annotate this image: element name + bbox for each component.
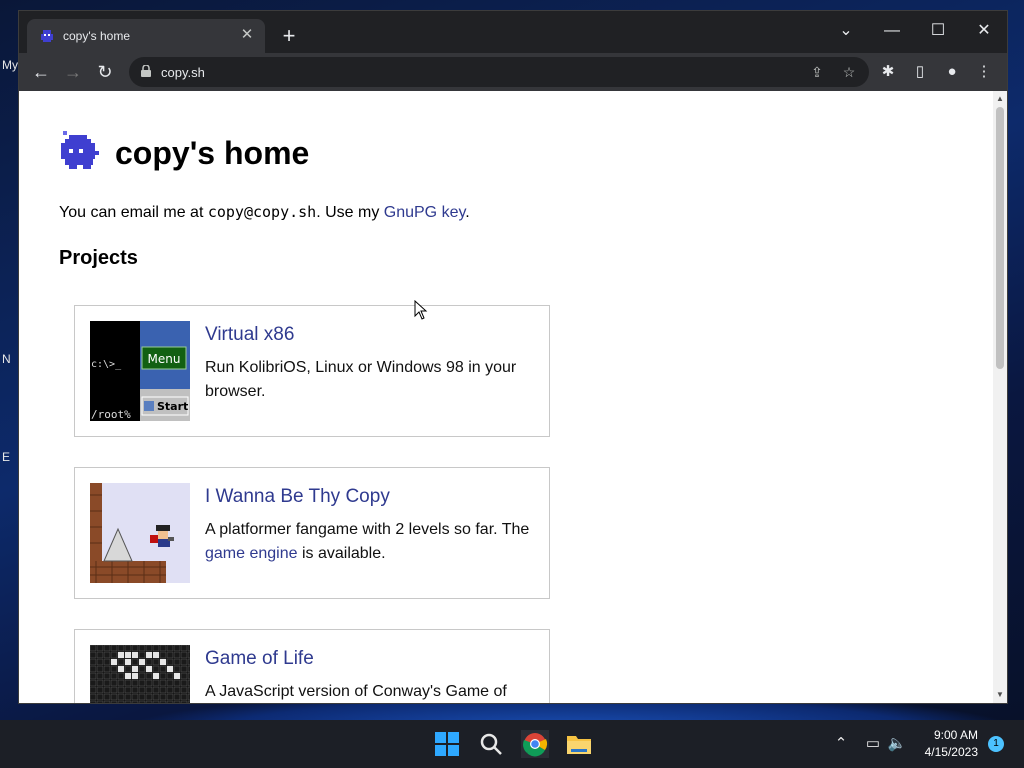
intro-mid: . Use my [316, 204, 384, 221]
lock-icon [141, 65, 151, 77]
tab-search-button[interactable]: ⌄ [823, 17, 869, 45]
intro-prefix: You can email me at [59, 204, 208, 221]
browser-toolbar: ← → ↻ copy.sh ⇪ ☆ ✱ ▯ ● ⋮ [19, 53, 1007, 91]
intro-text: You can email me at copy@copy.sh. Use my… [59, 203, 470, 222]
project-card-game-of-life: Game of Life A JavaScript version of Con… [74, 629, 550, 703]
project-desc-text: A platformer fangame with 2 levels so fa… [205, 521, 530, 538]
windows-start-icon[interactable] [433, 730, 461, 758]
scroll-up-icon[interactable]: ▲ [993, 93, 1007, 105]
project-card-virtual-x86: c:\>_ Menu /root% Start Virtual x86 Run … [74, 305, 550, 437]
close-window-button[interactable]: ✕ [961, 17, 1007, 45]
file-explorer-icon[interactable] [565, 730, 593, 758]
bookmark-star-icon[interactable]: ☆ [839, 62, 859, 82]
menu-kebab-icon[interactable]: ⋮ [973, 61, 995, 83]
page-viewport: copy's home You can email me at copy@cop… [19, 91, 993, 703]
url-text: copy.sh [161, 65, 205, 80]
site-favicon-icon [41, 30, 53, 42]
network-icon[interactable]: ▭ [862, 734, 884, 752]
project-title-link[interactable]: Game of Life [205, 648, 314, 670]
side-panel-icon[interactable]: ▯ [909, 61, 931, 83]
thumb-root-text: /root% [91, 408, 131, 421]
tab-active[interactable]: copy's home ✕ [27, 19, 265, 53]
game-engine-link[interactable]: game engine [205, 545, 298, 562]
new-tab-button[interactable]: + [277, 25, 301, 49]
taskbar: ⌃ ▭ 🔈 9:00 AM 4/15/2023 1 [0, 720, 1024, 768]
gnupg-key-link[interactable]: GnuPG key [384, 204, 466, 221]
minimize-button[interactable]: — [869, 17, 915, 45]
page-title: copy's home [115, 135, 310, 171]
scrollbar-thumb[interactable] [996, 107, 1004, 369]
reload-icon[interactable]: ↻ [93, 60, 117, 84]
game-of-life-thumbnail[interactable] [90, 645, 190, 703]
project-description: A platformer fangame with 2 levels so fa… [205, 518, 535, 566]
clock-date: 4/15/2023 [924, 745, 978, 759]
profile-avatar-icon[interactable]: ● [941, 61, 963, 83]
extensions-puzzle-icon[interactable]: ✱ [877, 61, 899, 83]
vertical-scrollbar[interactable]: ▲ ▼ [993, 91, 1007, 703]
site-logo-icon [61, 131, 99, 169]
system-clock[interactable]: 9:00 AM 4/15/2023 [925, 727, 978, 761]
project-desc-text: is available. [297, 545, 386, 562]
volume-icon[interactable]: 🔈 [887, 734, 907, 752]
address-bar[interactable]: copy.sh ⇪ ☆ [129, 57, 869, 87]
project-title-link[interactable]: Virtual x86 [205, 324, 294, 346]
clock-time: 9:00 AM [933, 728, 978, 742]
desktop-icon-label[interactable]: E [2, 450, 10, 464]
thumb-prompt-text: c:\>_ [91, 359, 122, 370]
intro-suffix: . [465, 204, 470, 221]
desktop-icon-label[interactable]: My [2, 58, 18, 72]
project-description: A JavaScript version of Conway's Game of [205, 683, 507, 700]
email-address: copy@copy.sh [207, 203, 317, 221]
project-title-link[interactable]: I Wanna Be Thy Copy [205, 486, 390, 508]
notification-badge[interactable]: 1 [988, 736, 1004, 752]
tray-chevron-up-icon[interactable]: ⌃ [832, 734, 850, 752]
back-arrow-icon[interactable]: ← [29, 60, 53, 84]
project-card-i-wanna-be-thy-copy: I Wanna Be Thy Copy A platformer fangame… [74, 467, 550, 599]
chrome-icon[interactable] [521, 730, 549, 758]
tab-close-icon[interactable]: ✕ [237, 25, 257, 45]
tab-title: copy's home [63, 29, 130, 43]
browser-window: copy's home ✕ + ⌄ — ☐ ✕ ← → ↻ copy.sh ⇪ … [18, 10, 1008, 704]
project-description: Run KolibriOS, Linux or Windows 98 in yo… [205, 359, 517, 400]
tab-bar: copy's home ✕ + ⌄ — ☐ ✕ [19, 11, 1007, 53]
forward-arrow-icon[interactable]: → [61, 60, 85, 84]
projects-heading: Projects [59, 247, 138, 269]
i-wanna-thumbnail[interactable] [90, 483, 190, 583]
maximize-button[interactable]: ☐ [915, 17, 961, 45]
thumb-start-text: Start [157, 400, 188, 413]
thumb-menu-text: Menu [148, 352, 181, 366]
search-icon[interactable] [477, 730, 505, 758]
scroll-down-icon[interactable]: ▼ [993, 689, 1007, 701]
virtual-x86-thumbnail[interactable]: c:\>_ Menu /root% Start [90, 321, 190, 421]
desktop-icon-label[interactable]: N [2, 352, 11, 366]
mouse-cursor-icon [414, 300, 428, 320]
share-icon[interactable]: ⇪ [807, 62, 827, 82]
